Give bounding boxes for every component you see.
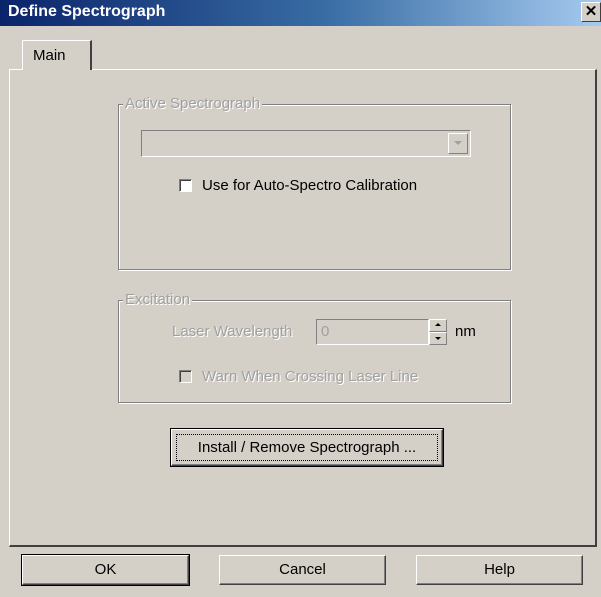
- help-label: Help: [484, 561, 515, 578]
- laser-wavelength-input[interactable]: 0: [316, 319, 429, 345]
- arrow-up-icon: [435, 323, 441, 326]
- close-button[interactable]: ✕: [581, 2, 601, 22]
- combo-dropdown-button[interactable]: [448, 133, 468, 154]
- warn-laser-line-label: Warn When Crossing Laser Line: [202, 368, 419, 385]
- tab-main-label: Main: [33, 47, 66, 64]
- define-spectrograph-dialog: Define Spectrograph ✕ Main Active Spectr…: [0, 0, 601, 597]
- close-icon: ✕: [584, 3, 598, 20]
- install-remove-spectrograph-button[interactable]: Install / Remove Spectrograph ...: [170, 428, 444, 467]
- ok-button[interactable]: OK: [21, 554, 190, 586]
- spin-up-button[interactable]: [429, 319, 447, 332]
- chevron-down-icon: [454, 141, 462, 145]
- window-title: Define Spectrograph: [8, 3, 166, 20]
- focus-rect: [176, 434, 438, 461]
- laser-wavelength-label: Laser Wavelength: [172, 323, 293, 340]
- cancel-label: Cancel: [279, 561, 326, 578]
- arrow-down-icon: [435, 337, 441, 340]
- title-bar[interactable]: Define Spectrograph ✕: [0, 0, 601, 26]
- warn-laser-line-checkbox[interactable]: [179, 370, 192, 383]
- spin-down-button[interactable]: [429, 332, 447, 345]
- ok-label: OK: [94, 561, 117, 578]
- help-button[interactable]: Help: [416, 555, 583, 585]
- auto-spectro-calibration-checkbox[interactable]: [179, 179, 192, 192]
- cancel-button[interactable]: Cancel: [219, 555, 386, 585]
- active-spectrograph-legend: Active Spectrograph: [123, 95, 263, 112]
- excitation-group: Excitation: [118, 291, 511, 403]
- active-spectrograph-combo[interactable]: [141, 130, 471, 157]
- laser-wavelength-value: 0: [321, 323, 330, 340]
- auto-spectro-calibration-label: Use for Auto-Spectro Calibration: [202, 177, 418, 194]
- laser-wavelength-unit: nm: [455, 323, 476, 340]
- tab-main[interactable]: Main: [22, 40, 92, 70]
- laser-wavelength-spinner[interactable]: [429, 319, 447, 345]
- excitation-legend: Excitation: [123, 291, 193, 308]
